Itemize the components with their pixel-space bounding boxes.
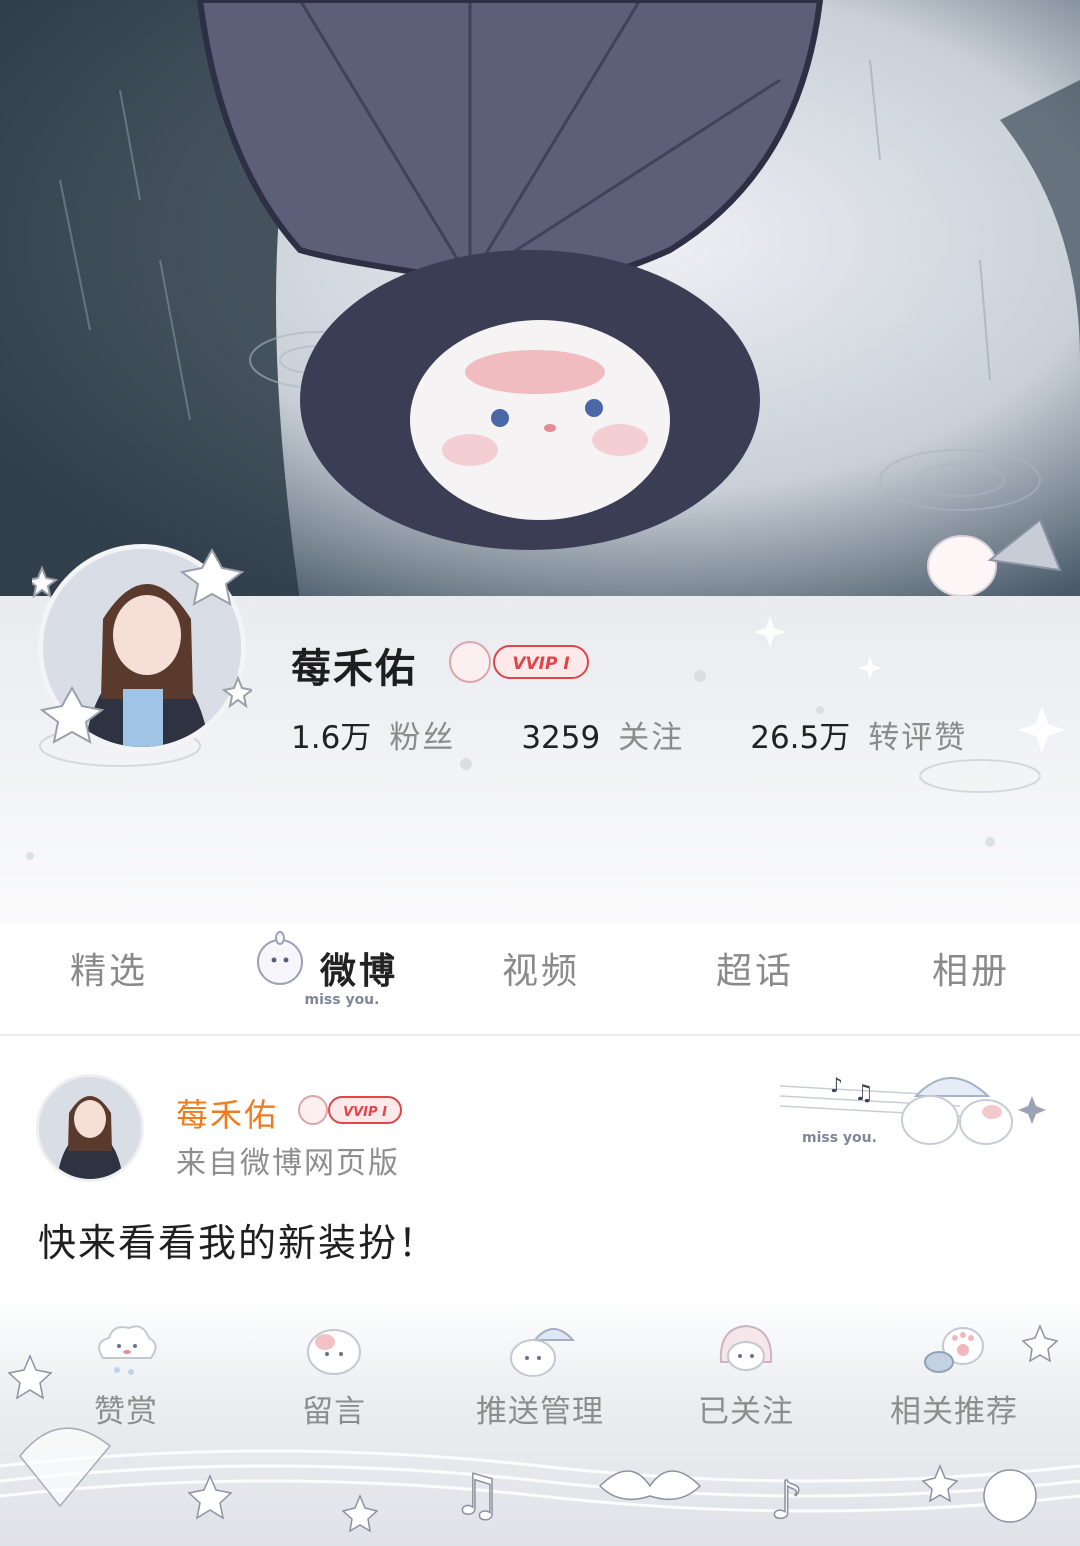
- bottom-recommend-button[interactable]: 相关推荐: [874, 1318, 1034, 1430]
- tab-active-mascot-icon: miss you.: [257, 931, 380, 1008]
- vvip-badge[interactable]: VVIP Ⅰ: [446, 636, 592, 688]
- music-note-decoration-icon: ♪: [770, 1471, 803, 1531]
- tab-decoration-text: miss you.: [305, 992, 380, 1008]
- post-card-decoration: ♪ ♫ miss you.: [780, 1073, 1046, 1146]
- bottom-push-settings-button[interactable]: 推送管理: [460, 1318, 620, 1430]
- stat-value: 3259: [521, 720, 601, 756]
- umbrella-mascot-icon: [510, 1328, 575, 1377]
- tab-featured[interactable]: 精选: [70, 942, 148, 994]
- bottom-reward-button[interactable]: 赞赏: [46, 1318, 206, 1430]
- music-notes-icon: ♫: [854, 1081, 874, 1106]
- lily-frame-decoration: [32, 547, 252, 744]
- tab-album[interactable]: 相册: [932, 942, 1010, 994]
- profile-cover-image[interactable]: [0, 0, 1080, 600]
- vvip-badge-label: VVIP Ⅰ: [512, 654, 569, 674]
- stat-following[interactable]: 3259 关注: [521, 712, 684, 757]
- post-vvip-badge[interactable]: VVIP Ⅰ: [297, 1090, 405, 1130]
- stat-value: 26.5万: [750, 720, 851, 756]
- cloud-mascot-icon: [98, 1325, 157, 1375]
- bottom-followed-label: 已关注: [698, 1394, 794, 1430]
- music-note-icon: ♪: [830, 1073, 843, 1097]
- post-avatar-photo: [39, 1077, 141, 1179]
- profile-stats: 1.6万 粉丝 3259 关注 26.5万 转评赞: [291, 712, 1033, 757]
- stat-engagement[interactable]: 26.5万 转评赞: [750, 712, 967, 757]
- tab-super-topic[interactable]: 超话: [716, 942, 794, 994]
- bottom-followed-button[interactable]: 已关注: [666, 1318, 826, 1430]
- post-text[interactable]: 快来看看我的新装扮！: [38, 1212, 438, 1267]
- stat-value: 1.6万: [291, 720, 372, 756]
- bottom-message-label: 留言: [302, 1394, 366, 1430]
- post-source: 来自微博网页版: [176, 1146, 400, 1181]
- tab-video[interactable]: 视频: [502, 942, 580, 994]
- post-author-name[interactable]: 莓禾佑: [176, 1090, 278, 1136]
- card-decoration-text: miss you.: [802, 1130, 877, 1146]
- profile-tabs: 精选 微博 视频 超话 相册: [0, 924, 1080, 1036]
- cover-illustration: [0, 0, 1080, 600]
- hooded-mascot-icon: [719, 1324, 773, 1371]
- bottom-reward-label: 赞赏: [94, 1394, 158, 1430]
- music-note-decoration-icon: ♫: [452, 1463, 502, 1528]
- bottom-push-settings-label: 推送管理: [476, 1394, 604, 1430]
- post-vvip-label: VVIP Ⅰ: [343, 1105, 387, 1120]
- bottom-message-button[interactable]: 留言: [254, 1318, 414, 1430]
- post-author-avatar[interactable]: [36, 1074, 144, 1182]
- stat-label: 转评赞: [868, 720, 968, 756]
- paw-mascot-icon: [924, 1327, 984, 1373]
- stat-label: 关注: [618, 720, 685, 756]
- stat-label: 粉丝: [389, 720, 456, 756]
- profile-avatar-frame[interactable]: [32, 538, 252, 758]
- stat-followers[interactable]: 1.6万 粉丝: [291, 712, 455, 757]
- bottom-recommend-label: 相关推荐: [890, 1394, 1018, 1430]
- cat-mascot-icon: [307, 1329, 361, 1375]
- profile-username: 莓禾佑: [291, 646, 417, 692]
